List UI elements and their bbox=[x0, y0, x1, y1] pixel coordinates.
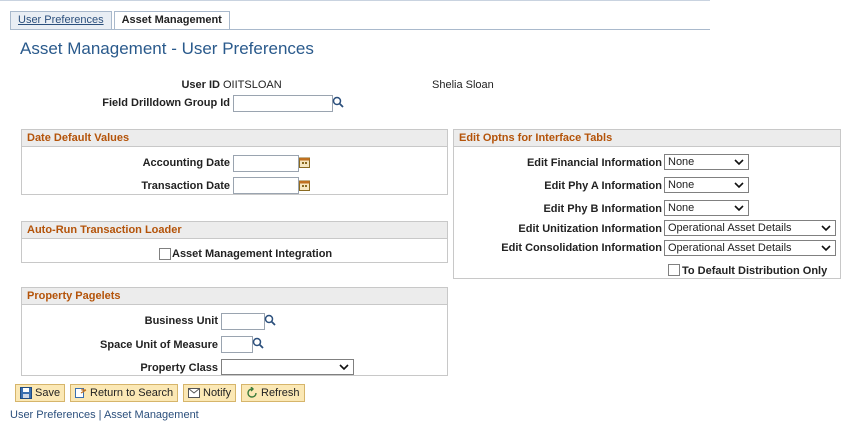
asset-management-integration-label: Asset Management Integration bbox=[172, 248, 333, 260]
edit-financial-value: None bbox=[668, 156, 695, 168]
edit-consolidation-select[interactable]: Operational Asset Details bbox=[664, 240, 836, 256]
tab-user-preferences[interactable]: User Preferences bbox=[10, 11, 112, 29]
business-unit-label: Business Unit bbox=[144, 315, 218, 327]
footer-links: User Preferences | Asset Management bbox=[10, 409, 199, 421]
notify-icon bbox=[188, 387, 200, 399]
user-id-label: User ID bbox=[181, 79, 220, 91]
edit-phy-b-select[interactable]: None bbox=[664, 200, 749, 216]
business-unit-input[interactable] bbox=[221, 313, 265, 330]
chevron-down-icon bbox=[734, 205, 744, 212]
chevron-down-icon bbox=[734, 182, 744, 189]
refresh-icon bbox=[246, 386, 258, 399]
edit-phy-a-select[interactable]: None bbox=[664, 177, 749, 193]
calendar-icon[interactable] bbox=[297, 178, 311, 192]
asset-management-integration-checkbox[interactable] bbox=[159, 248, 171, 260]
chevron-down-icon bbox=[821, 245, 831, 252]
auto-run-header: Auto-Run Transaction Loader bbox=[22, 222, 447, 239]
transaction-date-input[interactable] bbox=[233, 177, 299, 194]
edit-phy-b-value: None bbox=[668, 202, 695, 214]
edit-unitization-select[interactable]: Operational Asset Details bbox=[664, 220, 836, 236]
edit-phy-a-value: None bbox=[668, 179, 695, 191]
default-distribution-checkbox[interactable] bbox=[668, 264, 680, 276]
drilldown-label: Field Drilldown Group Id bbox=[102, 97, 230, 109]
property-class-select[interactable] bbox=[221, 359, 354, 375]
chevron-down-icon bbox=[734, 159, 744, 166]
user-id-value: OIITSLOAN bbox=[223, 79, 282, 91]
search-icon[interactable] bbox=[263, 313, 277, 327]
footer-separator: | bbox=[95, 409, 104, 421]
edit-financial-select[interactable]: None bbox=[664, 154, 749, 170]
property-pagelets-header: Property Pagelets bbox=[22, 288, 447, 305]
edit-unitization-value: Operational Asset Details bbox=[668, 222, 792, 234]
top-divider bbox=[0, 0, 710, 1]
save-button[interactable]: Save bbox=[15, 384, 66, 402]
search-icon[interactable] bbox=[251, 336, 265, 350]
chevron-down-icon bbox=[821, 225, 831, 232]
transaction-date-label: Transaction Date bbox=[141, 180, 230, 192]
edit-consolidation-value: Operational Asset Details bbox=[668, 242, 792, 254]
return-to-search-icon bbox=[75, 387, 87, 399]
edit-options-header: Edit Optns for Interface Tabls bbox=[454, 130, 840, 147]
footer-link-user-preferences[interactable]: User Preferences bbox=[10, 409, 96, 421]
page-title: Asset Management - User Preferences bbox=[20, 39, 314, 58]
edit-phy-a-label: Edit Phy A Information bbox=[544, 180, 662, 192]
tab-divider bbox=[10, 29, 710, 30]
search-icon[interactable] bbox=[331, 95, 345, 109]
edit-consolidation-label: Edit Consolidation Information bbox=[501, 242, 662, 254]
accounting-date-label: Accounting Date bbox=[142, 157, 230, 169]
space-uom-label: Space Unit of Measure bbox=[100, 339, 218, 351]
accounting-date-input[interactable] bbox=[233, 155, 299, 172]
user-name: Shelia Sloan bbox=[432, 79, 494, 91]
save-label: Save bbox=[35, 387, 61, 399]
edit-financial-label: Edit Financial Information bbox=[526, 157, 662, 169]
calendar-icon[interactable] bbox=[297, 155, 311, 169]
default-distribution-label: To Default Distribution Only bbox=[682, 265, 828, 277]
return-to-search-label: Return to Search bbox=[90, 387, 174, 399]
notify-label: Notify bbox=[203, 387, 232, 399]
refresh-label: Refresh bbox=[261, 387, 300, 399]
save-icon bbox=[20, 387, 32, 399]
edit-unitization-label: Edit Unitization Information bbox=[518, 223, 662, 235]
space-uom-input[interactable] bbox=[221, 336, 253, 353]
footer-link-asset-management[interactable]: Asset Management bbox=[104, 409, 199, 421]
edit-phy-b-label: Edit Phy B Information bbox=[543, 203, 662, 215]
chevron-down-icon bbox=[339, 364, 349, 371]
refresh-button[interactable]: Refresh bbox=[241, 384, 305, 402]
drilldown-input[interactable] bbox=[233, 95, 333, 112]
notify-button[interactable]: Notify bbox=[183, 384, 237, 402]
property-class-label: Property Class bbox=[140, 362, 218, 374]
tab-asset-management[interactable]: Asset Management bbox=[113, 11, 230, 30]
tab-bar: User Preferences Asset Management bbox=[10, 11, 232, 30]
return-to-search-button[interactable]: Return to Search bbox=[70, 384, 179, 402]
date-defaults-header: Date Default Values bbox=[22, 130, 447, 147]
